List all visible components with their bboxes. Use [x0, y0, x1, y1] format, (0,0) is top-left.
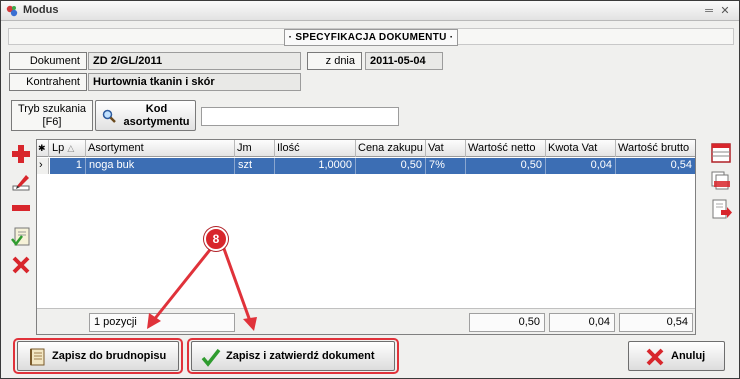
footer-count: 1 pozycji	[89, 313, 235, 332]
sort-ascending-icon: △	[67, 143, 75, 153]
add-icon[interactable]	[9, 142, 33, 166]
table-row[interactable]: › 1 noga buk szt 1,0000 0,50 7% 0,50 0,0…	[37, 158, 695, 174]
left-toolbar	[7, 139, 35, 335]
section-banner: · SPECYFIKACJA DOKUMENTU ·	[8, 28, 734, 46]
cancel-button[interactable]: Anuluj	[628, 341, 725, 371]
cell-cena: 0,50	[356, 158, 426, 174]
document-number-field: ZD 2/GL/2011	[88, 52, 301, 70]
contractor-field: Hurtownia tkanin i skór	[88, 73, 301, 91]
table-view-icon[interactable]	[709, 141, 733, 165]
document-check-icon[interactable]	[9, 225, 33, 249]
col-header-kwota-vat[interactable]: Kwota Vat	[546, 140, 616, 157]
cell-vat: 7%	[426, 158, 466, 174]
title-bar: Modus ═ ✕	[1, 1, 739, 21]
grid-header: ✱ Lp △ Asortyment Jm Ilość Cena zakupu V…	[37, 140, 695, 157]
col-header-netto[interactable]: Wartość netto	[466, 140, 546, 157]
step-badge: 8	[204, 227, 228, 251]
footer-brutto-total: 0,54	[619, 313, 693, 332]
col-header-cena[interactable]: Cena zakupu	[356, 140, 426, 157]
cell-netto: 0,50	[466, 158, 546, 174]
edit-icon[interactable]	[9, 170, 33, 194]
cell-jm: szt	[235, 158, 275, 174]
cancel-x-icon	[646, 348, 664, 366]
cell-lp: 1	[50, 158, 86, 174]
print-documents-icon[interactable]	[709, 168, 733, 192]
cell-kwota-vat: 0,04	[546, 158, 616, 174]
cancel-label: Anuluj	[671, 350, 706, 362]
footer-vat-total: 0,04	[549, 313, 615, 332]
window-title: Modus	[23, 4, 59, 16]
document-date-field: 2011-05-04	[365, 52, 443, 70]
date-label: z dnia	[307, 52, 362, 70]
magnifier-icon	[102, 109, 116, 123]
search-mode-label: Tryb szukania [F6]	[11, 100, 93, 131]
main-window: Modus ═ ✕ · SPECYFIKACJA DOKUMENTU · Dok…	[0, 0, 740, 379]
cell-ilosc: 1,0000	[275, 158, 356, 174]
app-logo-icon	[6, 5, 18, 17]
row-pointer-icon: ›	[37, 158, 49, 174]
right-toolbar	[707, 139, 735, 229]
col-header-ilosc[interactable]: Ilość	[275, 140, 356, 157]
footer-netto-total: 0,50	[469, 313, 545, 332]
grid-indicator-header: ✱	[37, 140, 49, 157]
highlight-save-draft	[13, 338, 183, 374]
col-header-vat[interactable]: Vat	[426, 140, 466, 157]
search-input[interactable]	[201, 107, 399, 126]
export-document-icon[interactable]	[709, 197, 733, 221]
search-mode-kod-button[interactable]: Kod asortymentu	[95, 100, 196, 131]
remove-icon[interactable]	[9, 196, 33, 220]
cell-asortyment: noga buk	[86, 158, 235, 174]
items-grid[interactable]: ✱ Lp △ Asortyment Jm Ilość Cena zakupu V…	[36, 139, 696, 335]
minimize-button[interactable]: ═	[701, 3, 717, 19]
contractor-label: Kontrahent	[9, 73, 87, 91]
highlight-save-confirm	[187, 338, 399, 374]
grid-footer: 1 pozycji 0,50 0,04 0,54	[37, 308, 695, 334]
banner-title: · SPECYFIKACJA DOKUMENTU ·	[283, 29, 459, 46]
document-label: Dokument	[9, 52, 87, 70]
col-header-asortyment[interactable]: Asortyment	[86, 140, 235, 157]
col-header-jm[interactable]: Jm	[235, 140, 275, 157]
cell-brutto: 0,54	[616, 158, 695, 174]
col-header-lp[interactable]: Lp △	[50, 140, 86, 157]
close-button[interactable]: ✕	[717, 3, 733, 19]
delete-icon[interactable]	[9, 253, 33, 277]
col-header-brutto[interactable]: Wartość brutto	[616, 140, 695, 157]
